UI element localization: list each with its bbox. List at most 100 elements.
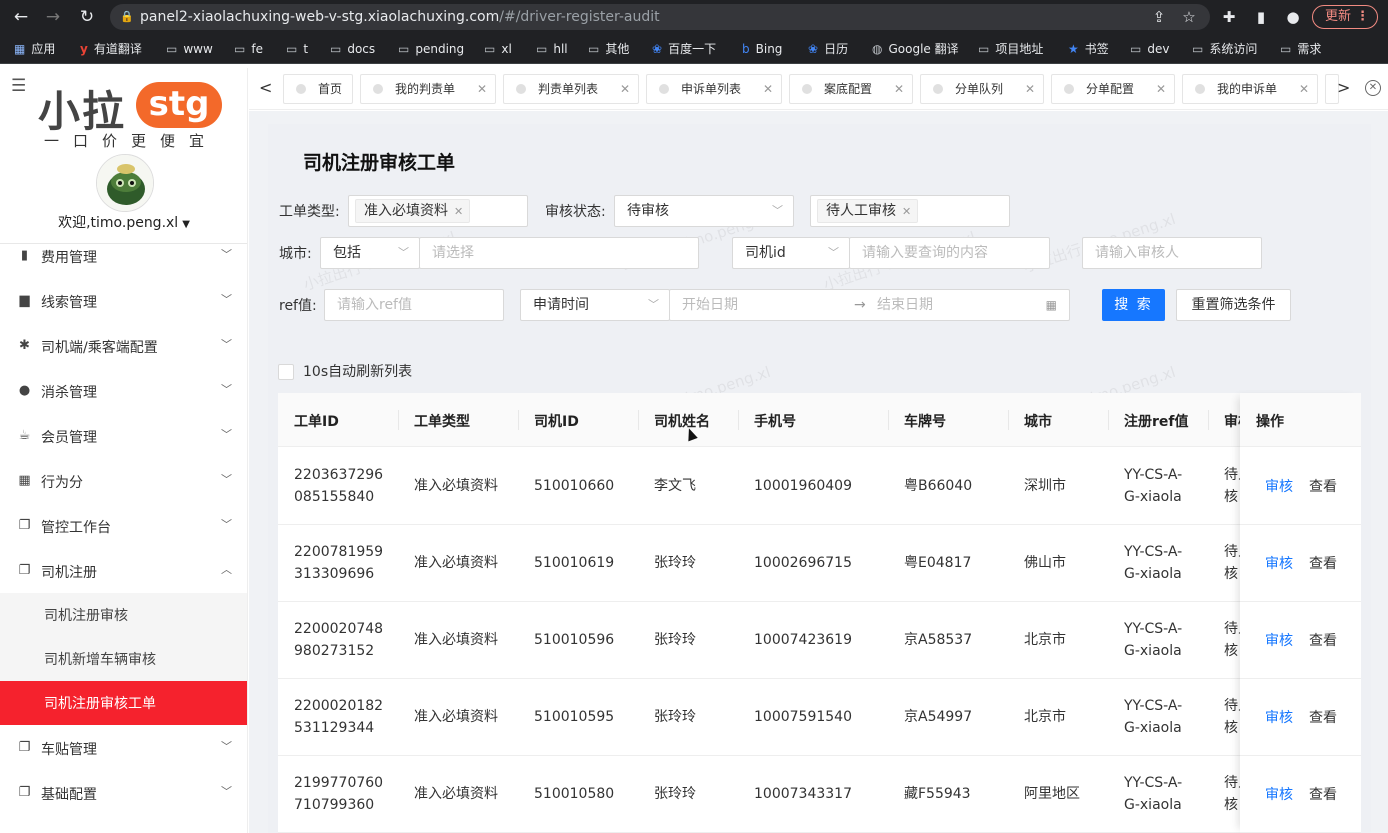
audit-link[interactable]: 审核 bbox=[1265, 553, 1293, 573]
column-header: 司机姓名 bbox=[654, 414, 710, 430]
bookmark-folder[interactable]: ▭ 项目地址 bbox=[978, 40, 1043, 58]
bookmark-folder[interactable]: ▭ 系统访问 bbox=[1192, 40, 1257, 58]
table-row[interactable]: 2203637296 085155840 准入必填资料 510010660 李文… bbox=[278, 448, 1361, 525]
bookmark-folder[interactable]: ▭ 需求 bbox=[1280, 40, 1321, 58]
menu-toggle-icon[interactable]: ☰ bbox=[11, 76, 26, 96]
view-link[interactable]: 查看 bbox=[1309, 707, 1337, 727]
menu-item-leads[interactable]: ▆ 线索管理 ﹀ bbox=[0, 279, 247, 324]
close-icon[interactable]: ✕ bbox=[902, 205, 911, 218]
update-button[interactable]: 更新 ⋮ bbox=[1312, 5, 1378, 29]
view-link[interactable]: 查看 bbox=[1309, 476, 1337, 496]
address-bar[interactable]: 🔒 panel2-xiaolachuxing-web-v-stg.xiaolac… bbox=[110, 4, 1210, 30]
forward-icon[interactable]: → bbox=[42, 6, 64, 28]
view-link[interactable]: 查看 bbox=[1309, 784, 1337, 804]
column-header: 司机ID bbox=[534, 414, 579, 430]
date-range-picker[interactable]: 开始日期 → 结束日期 ▦ bbox=[669, 289, 1070, 321]
table-row[interactable]: 2200020748 980273152 准入必填资料 510010596 张玲… bbox=[278, 602, 1361, 679]
bookmark-star[interactable]: ★ 书签 bbox=[1068, 40, 1109, 58]
audit-link[interactable]: 审核 bbox=[1265, 707, 1293, 727]
bookmark-folder[interactable]: ▭ hll bbox=[536, 40, 568, 58]
bookmark-folder[interactable]: ▭ dev bbox=[1130, 40, 1169, 58]
bookmark-folder[interactable]: ▭ pending bbox=[398, 40, 464, 58]
table-row[interactable]: 2200020182 531129344 准入必填资料 510010595 张玲… bbox=[278, 679, 1361, 756]
status-detail-select[interactable]: 待人工审核 ✕ bbox=[810, 195, 1010, 227]
menu-item-member[interactable]: ☕ 会员管理 ﹀ bbox=[0, 414, 247, 459]
close-icon[interactable]: ✕ bbox=[620, 75, 630, 103]
back-icon[interactable]: ← bbox=[10, 6, 32, 28]
menu-item-fee[interactable]: ▮ 费用管理 ﹀ bbox=[0, 234, 247, 279]
bookmark-calendar[interactable]: ❀ 日历 bbox=[808, 40, 848, 58]
menu-item-behavior[interactable]: ▦ 行为分 ﹀ bbox=[0, 459, 247, 504]
bookmark-folder[interactable]: ▭ 其他 bbox=[588, 40, 629, 58]
star-icon[interactable]: ☆ bbox=[1178, 6, 1200, 28]
tab-dispatch-queue[interactable]: 分单队列 ✕ bbox=[920, 74, 1044, 104]
end-date[interactable]: 结束日期 bbox=[877, 290, 933, 320]
audit-link[interactable]: 审核 bbox=[1265, 476, 1293, 496]
type-filter-select[interactable]: 准入必填资料 ✕ bbox=[348, 195, 528, 227]
menu-item-control[interactable]: ❐ 管控工作台 ﹀ bbox=[0, 504, 247, 549]
close-icon[interactable]: ✕ bbox=[1299, 75, 1309, 103]
close-icon[interactable]: ✕ bbox=[1025, 75, 1035, 103]
auto-refresh-checkbox[interactable] bbox=[278, 364, 294, 380]
bookmark-google-translate[interactable]: ◍ Google 翻译 bbox=[872, 40, 959, 58]
tab-judgement-list[interactable]: 判责单列表 ✕ bbox=[503, 74, 639, 104]
share-icon[interactable]: ⇪ bbox=[1148, 6, 1170, 28]
close-icon[interactable]: ✕ bbox=[763, 75, 773, 103]
close-icon[interactable]: ✕ bbox=[454, 205, 463, 218]
menu-item-sticker[interactable]: ❐ 车贴管理 ﹀ bbox=[0, 726, 247, 771]
search-button[interactable]: 搜 索 bbox=[1102, 289, 1165, 321]
driver-search-input[interactable]: 请输入要查询的内容 bbox=[849, 237, 1050, 269]
submenu-item-audit-ticket[interactable]: 司机注册审核工单 bbox=[0, 681, 247, 725]
auditor-input[interactable]: 请输入审核人 bbox=[1082, 237, 1262, 269]
profile-icon[interactable]: ● bbox=[1282, 6, 1304, 28]
table-row[interactable]: 2200781959 313309696 准入必填资料 510010619 张玲… bbox=[278, 525, 1361, 602]
view-link[interactable]: 查看 bbox=[1309, 630, 1337, 650]
bug-icon: ✱ bbox=[19, 338, 30, 353]
menu-item-basic-config[interactable]: ❐ 基础配置 ﹀ bbox=[0, 771, 247, 816]
close-icon[interactable]: ✕ bbox=[894, 75, 904, 103]
avatar[interactable] bbox=[96, 154, 154, 212]
extensions-icon[interactable]: ✚ bbox=[1218, 6, 1240, 28]
user-menu[interactable]: 欢迎,timo.peng.xl ▼ bbox=[0, 212, 247, 232]
menu-item-disinfect[interactable]: ● 消杀管理 ﹀ bbox=[0, 369, 247, 414]
tab-home[interactable]: 首页 bbox=[283, 74, 353, 104]
start-date[interactable]: 开始日期 bbox=[682, 297, 738, 313]
view-link[interactable]: 查看 bbox=[1309, 553, 1337, 573]
submenu-item-register-audit[interactable]: 司机注册审核 bbox=[0, 593, 247, 637]
audit-link[interactable]: 审核 bbox=[1265, 630, 1293, 650]
bookmark-apps[interactable]: ▦ 应用 bbox=[14, 40, 55, 58]
bookmark-folder[interactable]: ▭ t bbox=[286, 40, 308, 58]
driver-field-select[interactable]: 司机id ﹀ bbox=[732, 237, 850, 269]
tab-dispatch-config[interactable]: 分单配置 ✕ bbox=[1051, 74, 1175, 104]
chevron-left-icon[interactable]: < bbox=[259, 78, 272, 97]
close-icon[interactable]: ✕ bbox=[1156, 75, 1166, 103]
bookmark-folder[interactable]: ▭ docs bbox=[330, 40, 375, 58]
ref-input[interactable]: 请输入ref值 bbox=[324, 289, 504, 321]
bookmark-bing[interactable]: b Bing bbox=[742, 40, 782, 58]
chevron-right-icon[interactable]: > bbox=[1337, 78, 1350, 97]
submenu-item-vehicle-audit[interactable]: 司机新增车辆审核 bbox=[0, 637, 247, 681]
reset-filters-button[interactable]: 重置筛选条件 bbox=[1176, 289, 1291, 321]
bookmark-folder[interactable]: ▭ www bbox=[166, 40, 213, 58]
menu-item-client-config[interactable]: ✱ 司机端/乘客端配置 ﹀ bbox=[0, 324, 247, 369]
tab-case-config[interactable]: 案底配置 ✕ bbox=[789, 74, 913, 104]
city-mode-select[interactable]: 包括 ﹀ bbox=[320, 237, 420, 269]
status-filter-select[interactable]: 待审核 ﹀ bbox=[614, 195, 794, 227]
time-field-select[interactable]: 申请时间 ﹀ bbox=[520, 289, 670, 321]
audit-link[interactable]: 审核 bbox=[1265, 784, 1293, 804]
tab-my-judgement[interactable]: 我的判责单 ✕ bbox=[360, 74, 496, 104]
tab-appeal-list[interactable]: 申诉单列表 ✕ bbox=[646, 74, 782, 104]
city-select[interactable]: 请选择 bbox=[419, 237, 699, 269]
close-icon[interactable]: ✕ bbox=[477, 75, 487, 103]
tab-my-appeal[interactable]: 我的申诉单 ✕ bbox=[1182, 74, 1318, 104]
table-row[interactable]: 2199770760 710799360 准入必填资料 510010580 张玲… bbox=[278, 756, 1361, 833]
driver-id: 510010596 bbox=[534, 632, 615, 648]
bookmark-youdao[interactable]: y 有道翻译 bbox=[80, 40, 142, 58]
bookmark-folder[interactable]: ▭ xl bbox=[484, 40, 512, 58]
menu-item-driver-register[interactable]: ❐ 司机注册 ︿ bbox=[0, 549, 247, 594]
close-all-icon[interactable]: ✕ bbox=[1365, 80, 1381, 96]
bookmark-folder[interactable]: ▭ fe bbox=[234, 40, 263, 58]
sidepanel-icon[interactable]: ▮ bbox=[1250, 6, 1272, 28]
bookmark-baidu[interactable]: ❀ 百度一下 bbox=[652, 40, 716, 58]
reload-icon[interactable]: ↻ bbox=[76, 6, 98, 28]
